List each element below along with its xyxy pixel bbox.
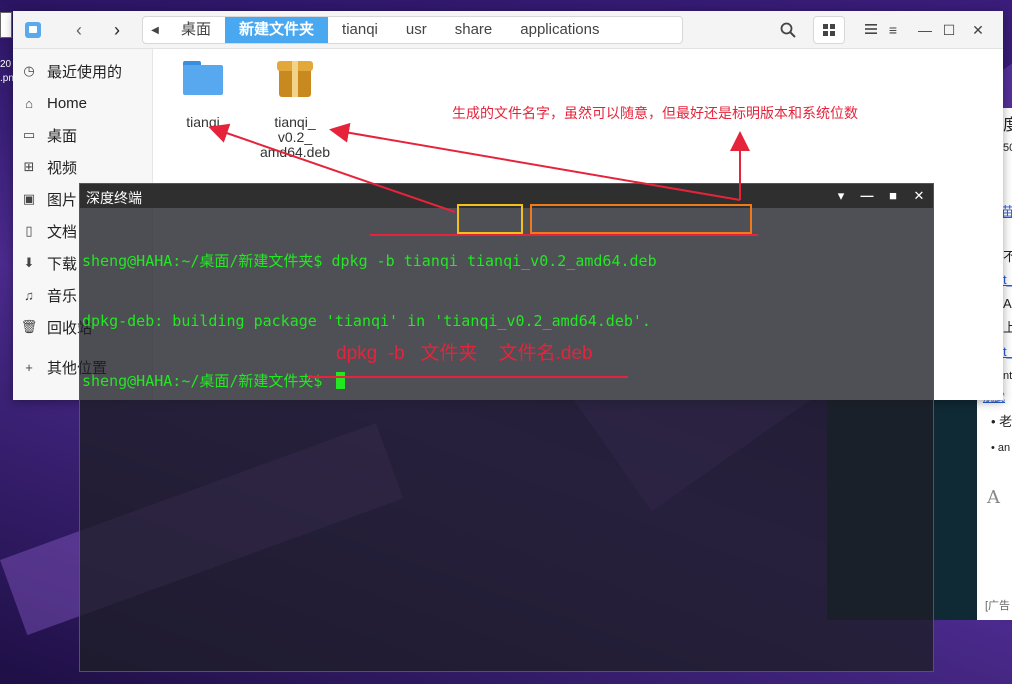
terminal-title: 深度终端 xyxy=(86,190,142,206)
browser-text: • 老 xyxy=(991,414,1012,429)
sidebar-item-label: 最近使用的 xyxy=(47,63,123,81)
desktop-icon: ▭ xyxy=(22,127,36,142)
close-icon: ✕ xyxy=(972,22,984,38)
forward-button[interactable]: › xyxy=(107,21,127,39)
file-name-line: v0.2_ xyxy=(277,129,313,145)
breadcrumb-left-arrow-icon[interactable]: ◀ xyxy=(143,25,167,36)
terminal-close-button[interactable]: ✕ xyxy=(910,186,928,206)
grid-icon xyxy=(823,24,835,36)
trash-icon: 🗑 xyxy=(20,319,38,334)
terminal-minimize-button[interactable]: — xyxy=(858,186,876,206)
menu-down-icon: ▾ xyxy=(837,188,845,203)
file-item-deb[interactable]: tianqi_ v0.2_ amd64.deb xyxy=(250,59,340,160)
breadcrumb-item[interactable]: share xyxy=(441,17,507,43)
browser-text: AM xyxy=(1003,296,1012,311)
sidebar-item-recent[interactable]: ◷ 最近使用的 xyxy=(21,59,122,83)
browser-text: • an xyxy=(991,442,1011,454)
breadcrumb-item[interactable]: usr xyxy=(392,17,441,43)
highlight-box-filename-arg xyxy=(530,204,752,234)
image-icon: ▣ xyxy=(22,191,36,206)
close-icon: ✕ xyxy=(913,188,925,203)
document-icon: ▯ xyxy=(25,223,33,238)
close-button[interactable]: ✕ xyxy=(968,20,988,40)
chevron-right-icon: › xyxy=(114,20,120,40)
search-icon xyxy=(780,22,796,38)
maximize-icon: ■ xyxy=(889,188,897,203)
desktop-file-icon[interactable] xyxy=(0,12,12,38)
sidebar-item-home[interactable]: ⌂ Home xyxy=(21,91,87,115)
menu-button[interactable]: ≡ xyxy=(883,20,903,40)
folder-icon xyxy=(183,61,223,95)
highlight-box-folder-arg xyxy=(457,204,523,234)
browser-text: nt xyxy=(1003,370,1012,382)
sidebar-item-label: Home xyxy=(47,94,88,112)
minimize-icon: — xyxy=(860,188,874,203)
sidebar-item-documents[interactable]: ▯ 文档 xyxy=(21,219,77,243)
sidebar-item-downloads[interactable]: ⬇ 下载 xyxy=(21,251,77,275)
file-name-line: amd64.deb xyxy=(259,144,331,160)
sidebar-item-label: 下载 xyxy=(47,255,78,273)
hamburger-icon: ≡ xyxy=(888,22,898,38)
download-icon: ⬇ xyxy=(23,255,35,270)
search-button[interactable] xyxy=(772,16,804,44)
file-manager-app-icon xyxy=(25,22,41,38)
breadcrumb: ◀ 桌面 新建文件夹 tianqi usr share applications xyxy=(142,16,683,44)
browser-text: 度 xyxy=(1003,117,1012,134)
terminal-command: dpkg -b tianqi tianqi_v0.2_amd64.deb xyxy=(331,252,657,270)
minimize-icon: — xyxy=(918,22,932,38)
sidebar-item-music[interactable]: ♫ 音乐 xyxy=(21,283,77,307)
annotation-dpkg-usage: dpkg -b 文件夹 文件名.deb xyxy=(336,343,593,364)
maximize-icon: ☐ xyxy=(942,22,956,38)
annotation-filename-note: 生成的文件名字，虽然可以随意，但最好还是标明版本和系统位数 xyxy=(452,105,858,121)
chevron-left-icon: ‹ xyxy=(76,20,82,40)
browser-text: 上 xyxy=(1003,320,1012,335)
font-icon[interactable]: A xyxy=(987,489,1000,507)
terminal-window: 深度终端 ▾ — ■ ✕ sheng@HAHA:~/桌面/新建文件夹$ dpkg… xyxy=(79,183,934,672)
view-grid-button[interactable] xyxy=(813,16,845,44)
browser-link[interactable]: t_ xyxy=(1003,272,1012,288)
breadcrumb-item-active[interactable]: 新建文件夹 xyxy=(225,17,329,43)
file-name: tianqi xyxy=(186,114,220,130)
browser-text: 50 xyxy=(1003,142,1012,154)
sidebar-item-pictures[interactable]: ▣ 图片 xyxy=(21,187,77,211)
file-name-line: tianqi_ xyxy=(274,114,316,130)
breadcrumb-item[interactable]: tianqi xyxy=(328,17,392,43)
sidebar-item-label: 图片 xyxy=(47,191,78,209)
terminal-prompt: sheng@HAHA:~/桌面/新建文件夹$ xyxy=(82,252,332,270)
plus-icon: + xyxy=(25,359,33,375)
home-icon: ⌂ xyxy=(25,95,33,111)
terminal-output-text: dpkg-deb: building package 'tianqi' in '… xyxy=(82,312,651,330)
list-icon xyxy=(865,24,877,34)
video-icon: ⊞ xyxy=(23,159,35,174)
sidebar-item-videos[interactable]: ⊞ 视频 xyxy=(21,155,77,179)
terminal-line: sheng@HAHA:~/桌面/新建文件夹$ dpkg -b tianqi ti… xyxy=(82,251,932,271)
terminal-maximize-button[interactable]: ■ xyxy=(884,186,902,206)
minimize-button[interactable]: — xyxy=(915,20,935,40)
terminal-line: sheng@HAHA:~/桌面/新建文件夹$ xyxy=(82,371,932,391)
sidebar-item-label: 文档 xyxy=(47,223,78,241)
browser-link[interactable]: t_ xyxy=(1003,344,1012,360)
terminal-prompt: sheng@HAHA:~/桌面/新建文件夹$ xyxy=(82,372,332,390)
annotation-underline xyxy=(308,376,628,378)
file-item-folder[interactable]: tianqi xyxy=(158,61,248,130)
sidebar-item-label: 视频 xyxy=(47,159,78,177)
music-icon: ♫ xyxy=(24,287,34,303)
back-button[interactable]: ‹ xyxy=(69,21,89,39)
terminal-output[interactable]: sheng@HAHA:~/桌面/新建文件夹$ dpkg -b tianqi ti… xyxy=(82,211,932,431)
sidebar-item-desktop[interactable]: ▭ 桌面 xyxy=(21,123,77,147)
file-manager-titlebar: ‹ › ◀ 桌面 新建文件夹 tianqi usr share applicat… xyxy=(13,11,1003,49)
terminal-menu-button[interactable]: ▾ xyxy=(832,186,850,206)
annotation-underline xyxy=(370,234,758,236)
breadcrumb-item[interactable]: applications xyxy=(506,17,613,43)
terminal-line: dpkg-deb: building package 'tianqi' in '… xyxy=(82,311,932,331)
breadcrumb-item[interactable]: 桌面 xyxy=(167,17,225,43)
browser-ad-label: [广告 xyxy=(985,600,1011,612)
sidebar-item-label: 音乐 xyxy=(47,287,78,305)
clock-icon: ◷ xyxy=(23,63,35,78)
browser-text: 不 xyxy=(1003,249,1012,264)
package-icon xyxy=(277,59,313,97)
terminal-cursor xyxy=(335,372,345,389)
maximize-button[interactable]: ☐ xyxy=(939,20,959,40)
sidebar-item-label: 桌面 xyxy=(47,127,78,145)
